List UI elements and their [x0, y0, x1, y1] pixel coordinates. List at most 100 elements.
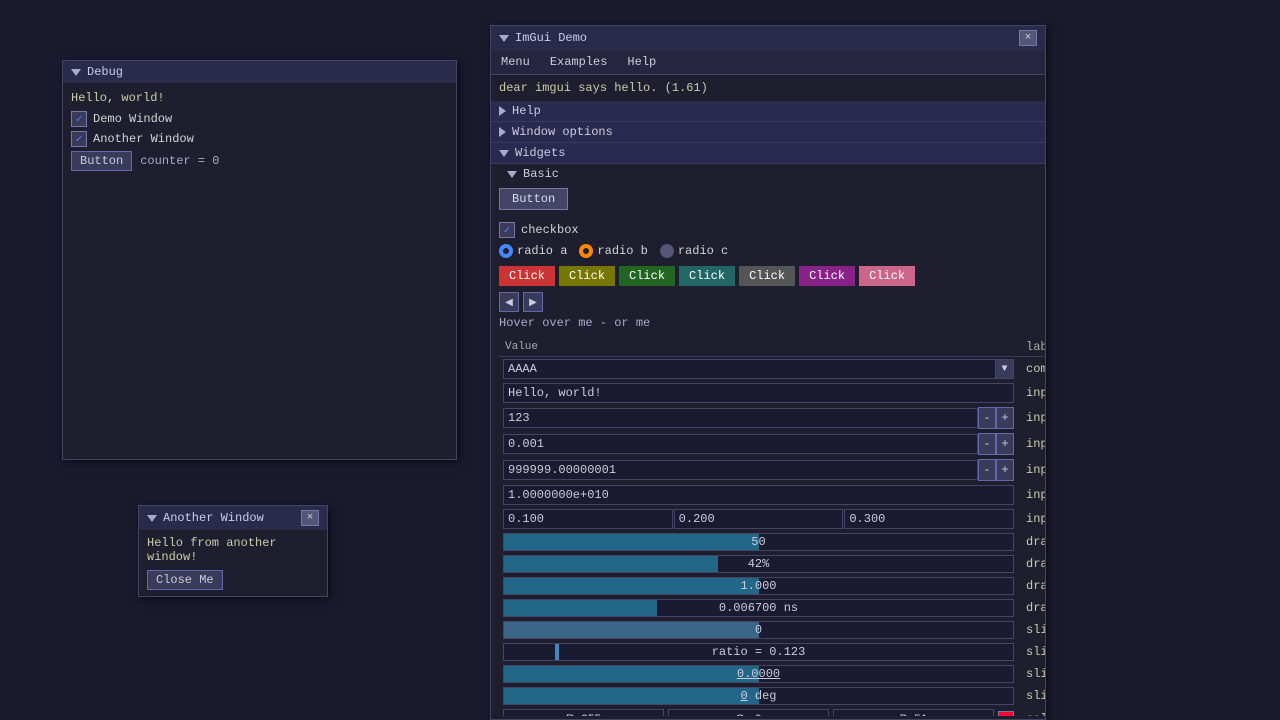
table-row: 1.000 drag float [499, 575, 1045, 597]
debug-title: Debug [87, 65, 123, 79]
another-window: Another Window × Hello from another wind… [138, 505, 328, 597]
counter-text: counter = 0 [140, 154, 219, 168]
slider-float-label: slider float [1018, 641, 1045, 663]
text-input[interactable] [503, 383, 1014, 403]
table-row: - + input int (?) [499, 405, 1045, 431]
float-minus-btn[interactable]: - [978, 433, 996, 455]
another-close-btn[interactable]: × [301, 510, 319, 526]
click-btn-red[interactable]: Click [499, 266, 555, 286]
radio-c-circle [660, 244, 674, 258]
click-btn-pink[interactable]: Click [859, 266, 915, 286]
int-plus-btn[interactable]: + [996, 407, 1014, 429]
float-input[interactable] [503, 434, 978, 454]
color-g-input[interactable] [668, 709, 829, 716]
double-input-group: - + [503, 459, 1014, 481]
imgui-close-btn[interactable]: × [1019, 30, 1037, 46]
color-row [503, 709, 1014, 716]
debug-titlebar[interactable]: Debug [63, 61, 456, 83]
click-btn-olive[interactable]: Click [559, 266, 615, 286]
input-text-cell [499, 381, 1018, 405]
click-btn-green[interactable]: Click [619, 266, 675, 286]
click-btn-purple[interactable]: Click [799, 266, 855, 286]
basic-checkbox[interactable] [499, 222, 515, 238]
input-float3-cell [499, 507, 1018, 531]
slider-float-control[interactable]: ratio = 0.123 [503, 643, 1014, 661]
float3-x-input[interactable] [503, 509, 673, 529]
color-r-input[interactable] [503, 709, 664, 716]
debug-button[interactable]: Button [71, 151, 132, 171]
input-scientific-cell [499, 483, 1018, 507]
menu-help[interactable]: Help [623, 53, 660, 71]
another-window-checkbox[interactable] [71, 131, 87, 147]
drag-int-range-slider[interactable]: 42% [503, 555, 1014, 573]
input-float-cell: - + [499, 431, 1018, 457]
radio-c[interactable]: radio c [660, 244, 728, 258]
dear-imgui-text: dear imgui says hello. (1.61) [491, 75, 1045, 101]
int-input[interactable] [503, 408, 978, 428]
drag-small-slider[interactable]: 0.006700 ns [503, 599, 1014, 617]
arrow-left-btn[interactable]: ◀ [499, 292, 519, 312]
slider-int-value: 0 [504, 623, 1013, 637]
debug-window: Debug Hello, world! Demo Window Another … [62, 60, 457, 460]
input-double-label: input double [1018, 457, 1045, 483]
table-header: Value label [499, 338, 1045, 357]
click-btn-gray[interactable]: Click [739, 266, 795, 286]
another-window-label: Another Window [93, 132, 194, 146]
int-minus-btn[interactable]: - [978, 407, 996, 429]
click-btn-teal[interactable]: Click [679, 266, 735, 286]
float3-y-input[interactable] [674, 509, 844, 529]
debug-content: Hello, world! Demo Window Another Window… [63, 83, 456, 179]
float3-z-input[interactable] [844, 509, 1014, 529]
slider-angle-control[interactable]: 0 deg [503, 687, 1014, 705]
imgui-title: ImGui Demo [515, 31, 587, 45]
input-scientific-label: input scientific (?) [1018, 483, 1045, 507]
another-hello-text: Hello from another window! [147, 536, 319, 564]
double-minus-btn[interactable]: - [978, 459, 996, 481]
combo-input[interactable]: ▼ [503, 359, 1014, 379]
input-float3-label: input float3 [1018, 507, 1045, 531]
imgui-titlebar[interactable]: ImGui Demo × [491, 26, 1045, 50]
demo-window-checkbox[interactable] [71, 111, 87, 127]
radio-a-label: radio a [517, 244, 567, 258]
combo-label: combo (?) [1018, 357, 1045, 382]
widgets-section[interactable]: Widgets [491, 143, 1045, 164]
table-row: ▼ combo (?) [499, 357, 1045, 382]
click-buttons-row: Click Click Click Click Click Click Clic… [499, 266, 1037, 286]
float3-input-group [503, 509, 1014, 529]
drag-int-label: drag int (?) [1018, 531, 1045, 553]
drag-int-range-label: drag int 0..100 [1018, 553, 1045, 575]
another-titlebar[interactable]: Another Window × [139, 506, 327, 530]
slider-float-cell: ratio = 0.123 [499, 641, 1018, 663]
color-b-input[interactable] [833, 709, 994, 716]
help-section[interactable]: Help [491, 101, 1045, 122]
window-options-section[interactable]: Window options [491, 122, 1045, 143]
combo-text-input[interactable] [504, 360, 995, 378]
slider-curve-control[interactable]: 0.0000 [503, 665, 1014, 683]
menu-menu[interactable]: Menu [497, 53, 534, 71]
table-row: color 1 (?) [499, 707, 1045, 716]
slider-curve-value: 0.0000 [504, 667, 1013, 681]
slider-angle-label: slider angle [1018, 685, 1045, 707]
double-input[interactable] [503, 460, 978, 480]
radio-b[interactable]: radio b [579, 244, 647, 258]
arrow-right-btn[interactable]: ▶ [523, 292, 543, 312]
float-plus-btn[interactable]: + [996, 433, 1014, 455]
menu-examples[interactable]: Examples [546, 53, 612, 71]
combo-arrow-btn[interactable]: ▼ [995, 360, 1013, 378]
window-options-label: Window options [512, 125, 613, 139]
basic-button[interactable]: Button [499, 188, 568, 210]
table-row: 0 slider int (?) [499, 619, 1045, 641]
slider-int-control[interactable]: 0 [503, 621, 1014, 639]
radio-a[interactable]: radio a [499, 244, 567, 258]
drag-float-slider[interactable]: 1.000 [503, 577, 1014, 595]
double-plus-btn[interactable]: + [996, 459, 1014, 481]
checkbox-label: checkbox [521, 223, 579, 237]
drag-int-slider[interactable]: 50 [503, 533, 1014, 551]
widgets-content: Button checkbox radio a radio b [491, 184, 1045, 716]
close-me-button[interactable]: Close Me [147, 570, 223, 590]
table-row: input text (?) [499, 381, 1045, 405]
basic-section[interactable]: Basic [491, 164, 1045, 184]
color-swatch[interactable] [998, 711, 1014, 716]
scientific-input[interactable] [503, 485, 1014, 505]
input-int-cell: - + [499, 405, 1018, 431]
